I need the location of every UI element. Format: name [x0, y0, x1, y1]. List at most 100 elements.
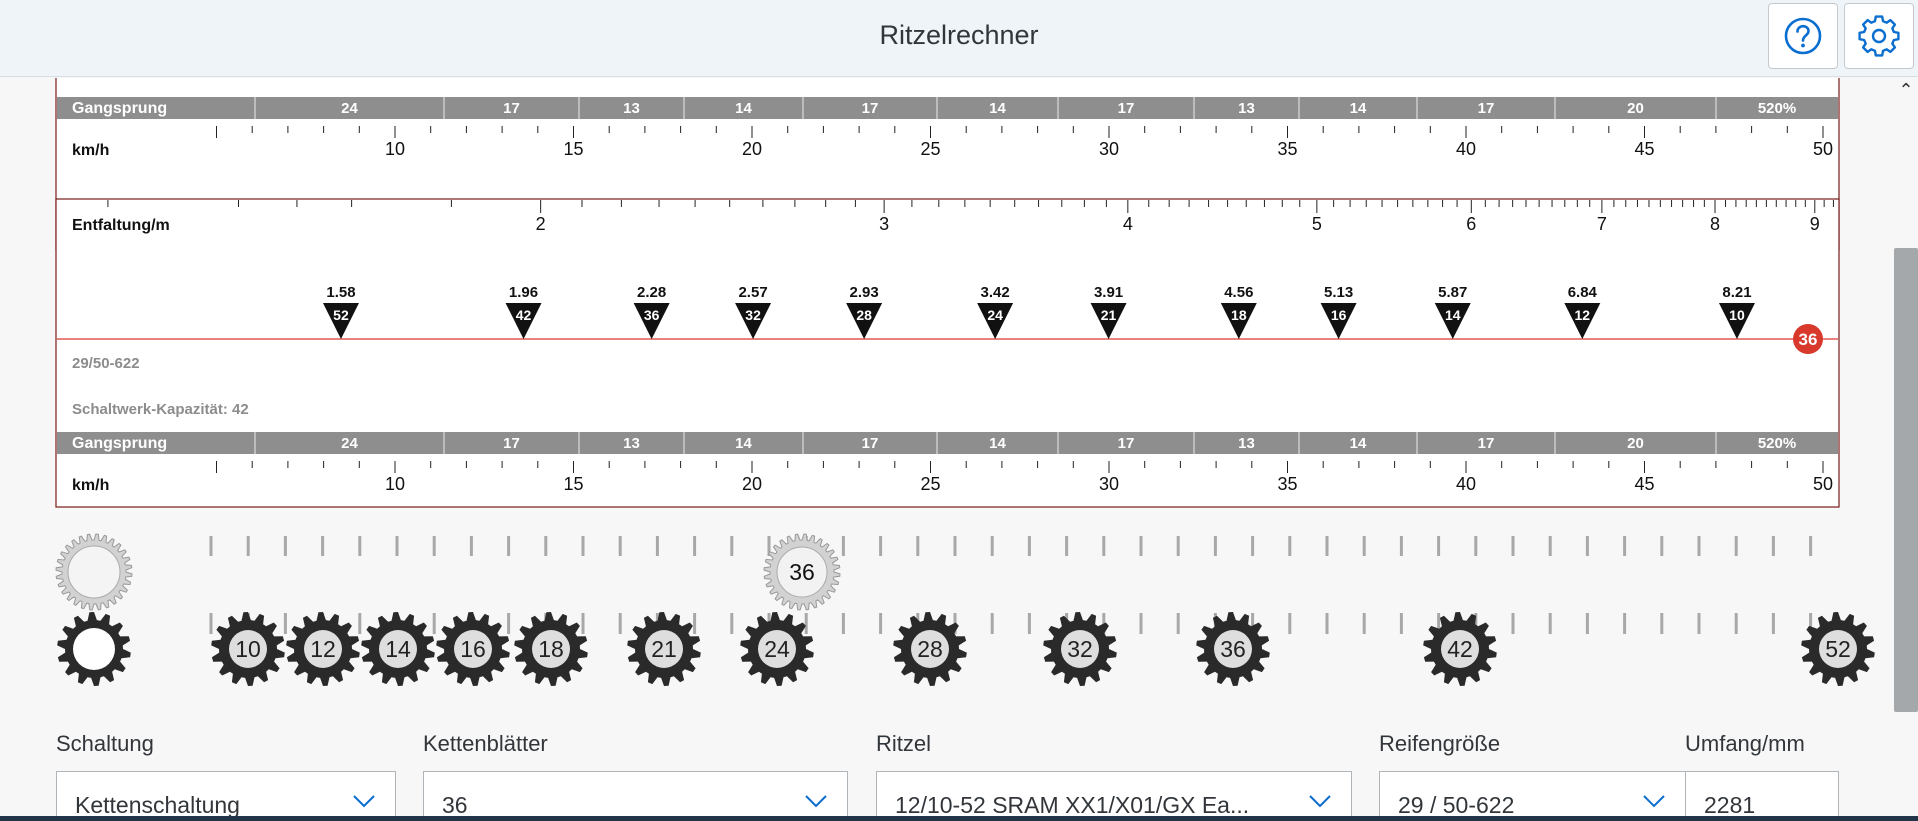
top_panel-kmh-tick-label: 30 — [1099, 139, 1119, 159]
cassette-cog-label: 10 — [235, 636, 261, 662]
main_panel-kmh-tick-label: 50 — [1813, 474, 1833, 494]
cog-marker-label: 14 — [1445, 307, 1461, 323]
help-button[interactable] — [1768, 3, 1838, 69]
main_panel-gangsprung-value: 17 — [1478, 435, 1495, 452]
cog-marker-label: 12 — [1575, 307, 1591, 323]
main_panel-gangsprung-bar — [57, 432, 1838, 454]
scrollbar-thumb[interactable] — [1894, 248, 1918, 712]
cassette-reference-hub — [73, 628, 115, 670]
main_panel-kmh-label: km/h — [72, 477, 109, 494]
schaltung-value: Kettenschaltung — [75, 792, 240, 818]
development-value: 5.13 — [1324, 284, 1353, 301]
development-value: 3.42 — [981, 284, 1010, 301]
dev-axis-tick-label: 9 — [1810, 214, 1820, 234]
development-value: 2.93 — [850, 284, 879, 301]
top_panel-kmh-tick-label: 45 — [1634, 139, 1654, 159]
chainring-badge-label: 36 — [1799, 330, 1818, 349]
umfang-value: 2281 — [1704, 792, 1756, 818]
cog-marker-label: 52 — [333, 307, 349, 323]
scroll-up-icon[interactable]: ⌃ — [1896, 80, 1916, 100]
kettenblaetter-select[interactable]: 36 — [423, 771, 848, 819]
top_panel-gangsprung-label: Gangsprung — [72, 100, 167, 117]
top_panel-gangsprung-value: 520% — [1758, 100, 1796, 117]
dev-axis-tick-label: 4 — [1123, 214, 1133, 234]
chainring-reference-hub — [67, 545, 121, 599]
top_panel-gangsprung-value: 14 — [989, 100, 1006, 117]
top_panel-kmh-tick-label: 25 — [920, 139, 940, 159]
entfaltung-label: Entfaltung/m — [72, 217, 170, 234]
main_panel-gangsprung-value: 17 — [1118, 435, 1135, 452]
top_panel-kmh-tick-label: 40 — [1456, 139, 1476, 159]
top_panel-gangsprung-value: 24 — [341, 100, 358, 117]
main_panel-kmh-tick-label: 10 — [385, 474, 405, 494]
shell-header: Ritzelrechner — [0, 0, 1918, 77]
ritzel-value: 12/10-52 SRAM XX1/X01/GX Ea... — [895, 792, 1250, 818]
cog-marker-label: 18 — [1231, 307, 1247, 323]
main_panel-gangsprung-label: Gangsprung — [72, 435, 167, 452]
top_panel-gangsprung-bar — [57, 97, 1838, 119]
main_panel-gangsprung-value: 17 — [862, 435, 879, 452]
gear-chart: Schaltwerk-Kapazität: 42 Gangsprung 24 17 13… — [55, 78, 1875, 686]
schaltung-label: Schaltung — [56, 731, 154, 756]
top_panel-kmh-tick-label: 10 — [385, 139, 405, 159]
top_panel-gangsprung-value: 17 — [503, 100, 520, 117]
schaltung-select[interactable]: Kettenschaltung — [56, 771, 396, 819]
chevron-down-icon — [1309, 795, 1331, 808]
chainring-label: 36 — [789, 559, 815, 585]
cog-marker-label: 28 — [856, 307, 872, 323]
gear-icon — [1858, 15, 1900, 57]
main_panel-gangsprung-value: 13 — [1238, 435, 1255, 452]
cog-marker-label: 24 — [987, 307, 1003, 323]
main_panel-gangsprung-value: 17 — [503, 435, 520, 452]
development-value: 4.56 — [1224, 284, 1253, 301]
main_panel-gangsprung-value: 13 — [623, 435, 640, 452]
development-value: 2.57 — [738, 284, 767, 301]
top_panel-gangsprung-value: 14 — [1350, 100, 1367, 117]
top_panel-kmh-label: km/h — [72, 142, 109, 159]
umfang-input[interactable]: 2281 — [1685, 771, 1839, 819]
app-title: Ritzelrechner — [879, 20, 1039, 50]
main_panel-kmh-tick-label: 35 — [1277, 474, 1297, 494]
main_panel-kmh-tick-label: 25 — [920, 474, 940, 494]
cassette-cog-label: 36 — [1220, 636, 1246, 662]
chevron-down-icon — [1643, 795, 1665, 808]
top_panel-gangsprung-value: 13 — [1238, 100, 1255, 117]
main_panel-gangsprung-value: 20 — [1627, 435, 1644, 452]
cassette-cog-label: 52 — [1825, 636, 1851, 662]
development-value: 3.91 — [1094, 284, 1123, 301]
cassette-cog-label: 32 — [1067, 636, 1093, 662]
dev-axis-tick-label: 8 — [1710, 214, 1720, 234]
chevron-down-icon — [805, 795, 827, 808]
kapazitaet-label: Schaltwerk-Kapazität: 42 — [72, 401, 249, 418]
umfang-label: Umfang/mm — [1685, 731, 1805, 756]
development-value: 5.87 — [1438, 284, 1467, 301]
ritzel-label: Ritzel — [876, 731, 932, 756]
chevron-down-icon — [353, 795, 375, 808]
cog-marker-label: 21 — [1101, 307, 1117, 323]
help-icon — [1784, 17, 1822, 55]
main_panel-kmh-tick-label: 45 — [1634, 474, 1654, 494]
cog-marker-label: 10 — [1729, 307, 1745, 323]
development-value: 2.28 — [637, 284, 666, 301]
top_panel-kmh-tick-label: 20 — [742, 139, 762, 159]
cassette-cog-label: 14 — [385, 636, 411, 662]
cog-marker-label: 36 — [644, 307, 660, 323]
cassette-cog-label: 28 — [917, 636, 943, 662]
kettenblaetter-value: 36 — [442, 792, 468, 818]
top_panel-gangsprung-value: 17 — [1118, 100, 1135, 117]
cog-marker-label: 32 — [745, 307, 761, 323]
settings-button[interactable] — [1844, 3, 1914, 69]
cassette-cog-label: 18 — [538, 636, 564, 662]
cassette-cog-label: 12 — [310, 636, 336, 662]
top_panel-kmh-tick-label: 50 — [1813, 139, 1833, 159]
top_panel-gangsprung-value: 20 — [1627, 100, 1644, 117]
reifengroesse-select[interactable]: 29 / 50-622 — [1379, 771, 1686, 819]
main_panel-gangsprung-value: 14 — [989, 435, 1006, 452]
main_panel-gangsprung-value: 14 — [1350, 435, 1367, 452]
top_panel-gangsprung-value: 17 — [1478, 100, 1495, 117]
main_panel-kmh-tick-label: 20 — [742, 474, 762, 494]
cassette-cog-label: 42 — [1447, 636, 1473, 662]
main_panel-gangsprung-value: 24 — [341, 435, 358, 452]
ritzel-select[interactable]: 12/10-52 SRAM XX1/X01/GX Ea... — [876, 771, 1352, 819]
main_panel-kmh-tick-label: 40 — [1456, 474, 1476, 494]
